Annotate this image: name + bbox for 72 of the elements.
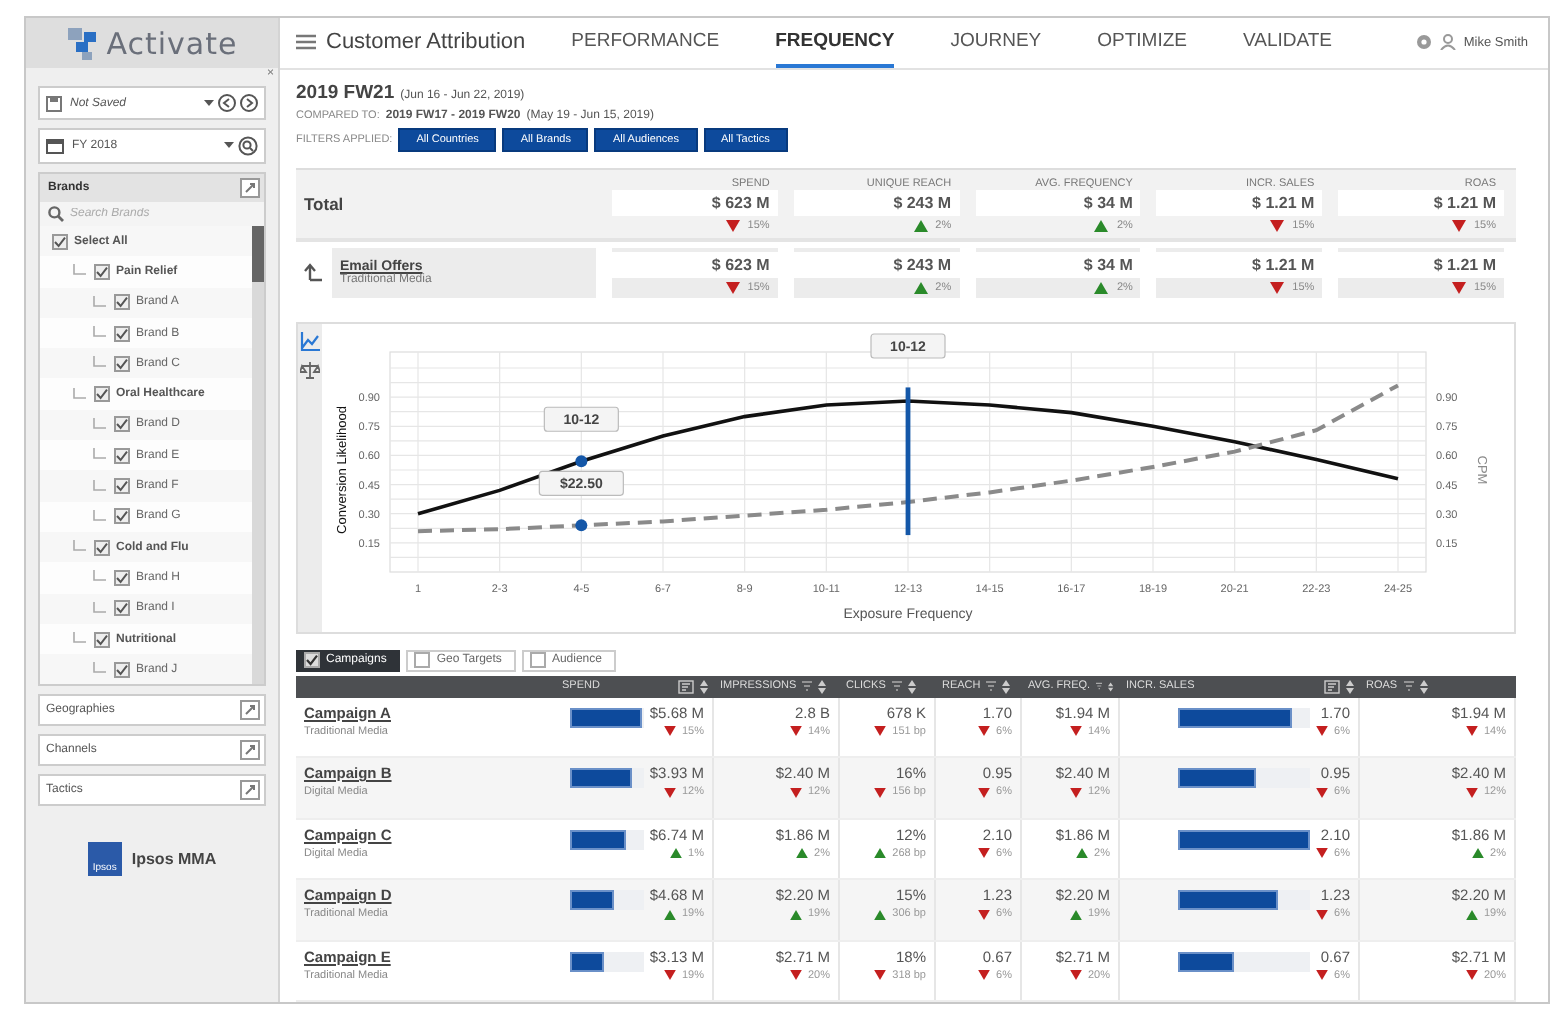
menu-icon[interactable] xyxy=(296,34,316,51)
checkbox[interactable] xyxy=(114,478,130,495)
checkbox[interactable] xyxy=(304,652,320,669)
expand-icon[interactable] xyxy=(240,178,260,198)
metric-value: $ 1.21 M xyxy=(1338,189,1504,216)
save-icon xyxy=(46,95,62,111)
row-title: Total xyxy=(304,194,346,215)
metric-value: $ 1.21 M xyxy=(1338,251,1504,278)
scrollbar[interactable] xyxy=(252,226,264,685)
bar-toggle-icon[interactable] xyxy=(678,679,694,693)
metric-value: $ 623 M xyxy=(612,189,778,216)
metric-value: $ 34 M xyxy=(975,251,1141,278)
caret-icon xyxy=(204,99,214,107)
checkbox[interactable] xyxy=(94,386,110,403)
period-title: 2019 FW21 xyxy=(296,81,395,104)
metric-value: $ 1.21 M xyxy=(1156,189,1323,216)
user-icon xyxy=(1439,34,1456,51)
metric-value: $ 34 M xyxy=(975,189,1141,216)
search-icon xyxy=(48,206,64,222)
filter-lines-icon[interactable] xyxy=(986,680,997,692)
filter-lines-icon[interactable] xyxy=(891,680,902,692)
sort-icon[interactable] xyxy=(1419,679,1428,693)
vendor-name: Ipsos MMA xyxy=(131,850,217,869)
filter-lines-icon[interactable] xyxy=(1403,680,1414,692)
sort-icon[interactable] xyxy=(907,679,916,693)
nav-tab[interactable]: OPTIMIZE xyxy=(1097,18,1187,68)
page-title: Customer Attribution xyxy=(326,30,526,55)
metric-value: $ 243 M xyxy=(793,189,960,216)
checkbox[interactable] xyxy=(52,233,68,250)
bar-toggle-icon[interactable] xyxy=(1324,679,1340,693)
expand-icon[interactable] xyxy=(240,700,260,721)
checkbox[interactable] xyxy=(94,539,110,556)
caret-icon xyxy=(224,142,234,150)
nav-tab[interactable]: JOURNEY xyxy=(950,18,1042,68)
checkbox[interactable] xyxy=(114,569,130,586)
checkbox[interactable] xyxy=(114,416,130,433)
data-point[interactable] xyxy=(575,454,588,467)
settings-icon[interactable] xyxy=(1415,34,1432,51)
checkbox[interactable] xyxy=(114,600,130,617)
sort-icon[interactable] xyxy=(1108,679,1114,693)
filter-lines-icon[interactable] xyxy=(802,680,813,692)
sort-icon[interactable] xyxy=(700,679,708,693)
search-icon[interactable] xyxy=(238,136,258,156)
sort-icon[interactable] xyxy=(1346,679,1354,693)
checkbox[interactable] xyxy=(94,631,110,647)
checkbox[interactable] xyxy=(114,447,130,464)
metric-value: $ 623 M xyxy=(612,251,778,278)
checkbox[interactable] xyxy=(114,508,130,525)
scale-icon[interactable] xyxy=(300,359,320,380)
app-logo: Activate xyxy=(106,25,238,61)
nav-tab[interactable]: FREQUENCY xyxy=(775,18,895,68)
checkbox[interactable] xyxy=(114,325,130,342)
checkbox[interactable] xyxy=(529,652,546,669)
expand-icon[interactable] xyxy=(240,740,260,761)
calendar-icon xyxy=(46,138,64,154)
redo-icon[interactable] xyxy=(240,94,258,112)
level-up-icon[interactable] xyxy=(304,262,324,283)
undo-icon[interactable] xyxy=(218,94,236,112)
expand-icon[interactable] xyxy=(240,780,260,801)
checkbox[interactable] xyxy=(114,661,130,678)
checkbox[interactable] xyxy=(94,263,110,280)
metric-value: $ 243 M xyxy=(793,251,960,278)
sort-icon[interactable] xyxy=(818,679,827,693)
line-chart-icon[interactable] xyxy=(300,331,320,352)
metric-value: $ 1.21 M xyxy=(1156,251,1323,278)
nav-tab[interactable]: VALIDATE xyxy=(1243,18,1333,68)
checkbox[interactable] xyxy=(114,294,130,311)
sort-icon[interactable] xyxy=(1002,679,1011,693)
data-point[interactable] xyxy=(575,518,588,531)
checkbox[interactable] xyxy=(414,652,431,669)
checkbox[interactable] xyxy=(114,355,130,372)
nav-tab[interactable]: PERFORMANCE xyxy=(571,18,720,68)
